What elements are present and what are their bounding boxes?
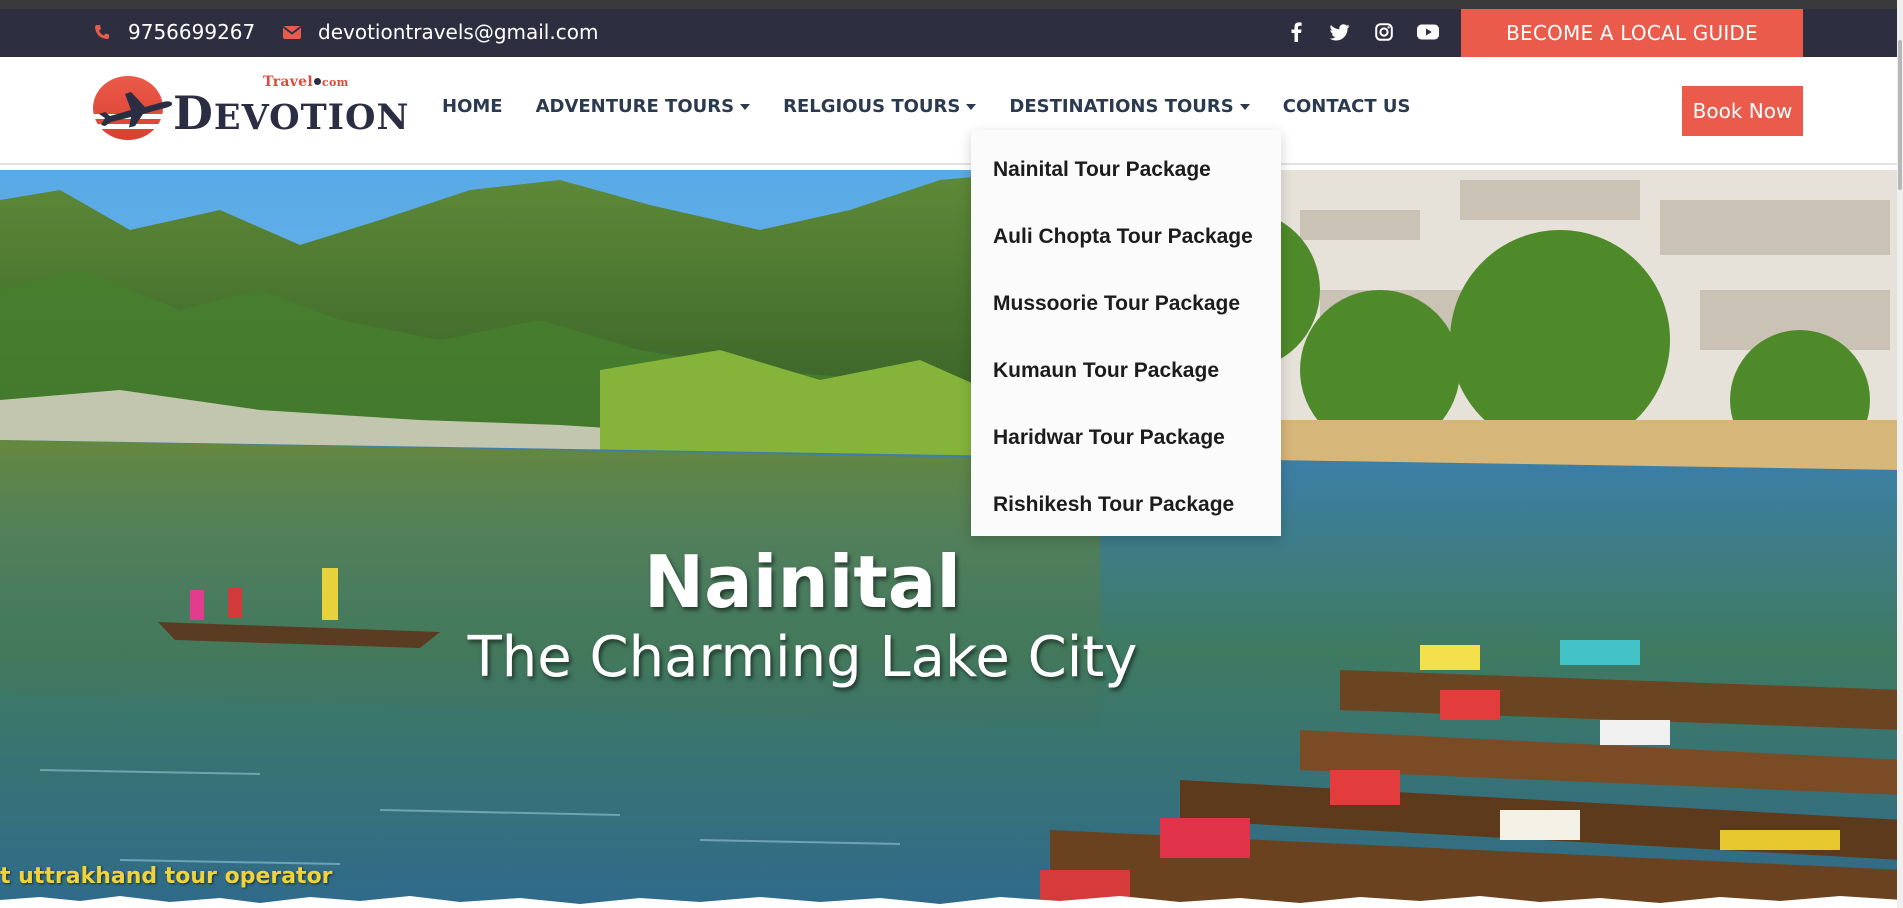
dropdown-item-rishikesh[interactable]: Rishikesh Tour Package [971,471,1281,538]
main-navigation: HOME ADVENTURE TOURS RELGIOUS TOURS DEST… [442,96,1410,117]
marquee-ticker: t uttrakhand tour operator [0,864,333,889]
dropdown-item-haridwar[interactable]: Haridwar Tour Package [971,404,1281,471]
nav-contact-us-label: CONTACT US [1282,96,1411,117]
site-logo[interactable]: Travel com DEVOTION [93,74,409,144]
logo-name-rest: EVOTION [213,97,410,138]
logo-name: DEVOTION [173,86,410,145]
hero-title: Nainital [643,540,962,624]
nav-home-label: HOME [442,96,503,117]
caret-down-icon [966,103,977,110]
logo-name-first: D [173,86,214,140]
nav-religious-tours-label: RELGIOUS TOURS [783,96,961,117]
hero-background-image [0,170,1903,908]
nav-home[interactable]: HOME [442,96,503,117]
book-now-button[interactable]: Book Now [1682,86,1803,136]
scrollbar-thumb[interactable] [1898,40,1902,190]
dropdown-item-mussoorie[interactable]: Mussoorie Tour Package [971,270,1281,337]
youtube-icon[interactable] [1417,21,1439,43]
email-contact[interactable]: devotiontravels@gmail.com [282,20,598,44]
dropdown-item-auli-chopta[interactable]: Auli Chopta Tour Package [971,203,1281,270]
hero-subtitle: The Charming Lake City [467,625,1138,690]
site-header: Travel com DEVOTION HOME ADVENTURE TOURS … [0,57,1903,165]
envelope-icon [282,22,302,42]
caret-down-icon [1239,103,1250,110]
airplane-icon [99,92,173,128]
page: 9756699267 devotiontravels@gmail.com BEC… [0,0,1903,908]
nav-adventure-tours[interactable]: ADVENTURE TOURS [536,96,751,117]
facebook-icon[interactable] [1285,21,1307,43]
phone-number: 9756699267 [128,20,256,44]
dropdown-item-kumaun[interactable]: Kumaun Tour Package [971,337,1281,404]
nav-destinations-tours[interactable]: DESTINATIONS TOURS [1009,96,1250,117]
nav-adventure-tours-label: ADVENTURE TOURS [535,96,735,117]
top-info-bar: 9756699267 devotiontravels@gmail.com BEC… [0,0,1903,57]
twitter-icon[interactable] [1329,21,1351,43]
hero-banner: Nainital The Charming Lake City t uttrak… [0,170,1903,908]
destinations-dropdown-menu: Nainital Tour Package Auli Chopta Tour P… [971,130,1281,536]
caret-down-icon [740,103,751,110]
instagram-icon[interactable] [1373,21,1395,43]
email-address: devotiontravels@gmail.com [318,20,599,44]
social-links [1285,21,1439,43]
become-local-guide-button[interactable]: BECOME A LOCAL GUIDE [1461,9,1803,57]
nav-contact-us[interactable]: CONTACT US [1283,96,1411,117]
phone-contact[interactable]: 9756699267 [92,20,255,44]
nav-destinations-tours-label: DESTINATIONS TOURS [1009,96,1234,117]
dropdown-item-nainital[interactable]: Nainital Tour Package [971,136,1281,203]
nav-religious-tours[interactable]: RELGIOUS TOURS [783,96,977,117]
page-scrollbar[interactable] [1897,0,1903,908]
torn-paper-edge [0,896,1903,908]
phone-icon [92,22,112,42]
